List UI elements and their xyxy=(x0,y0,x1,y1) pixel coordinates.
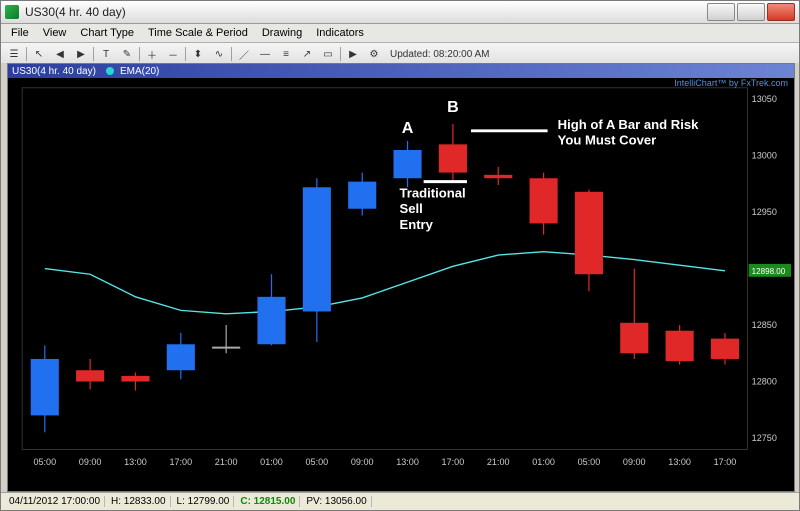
toolbar-play-icon[interactable]: ▶ xyxy=(344,45,362,63)
title-bar: US30(4 hr. 40 day) xyxy=(1,1,799,24)
chart-plot-area[interactable]: 1305013000129501290012850128001275012898… xyxy=(8,78,794,473)
window-title: US30(4 hr. 40 day) xyxy=(25,5,707,19)
status-low: L: 12799.00 xyxy=(173,496,235,507)
toolbar-hline-icon[interactable]: — xyxy=(256,45,274,63)
toolbar-rect-icon[interactable]: ▭ xyxy=(319,45,337,63)
toolbar-open-icon[interactable]: ☰ xyxy=(5,45,23,63)
toolbar-candle-icon[interactable]: ⬍ xyxy=(189,45,207,63)
svg-text:A: A xyxy=(402,120,414,137)
svg-text:12800: 12800 xyxy=(752,377,777,387)
svg-text:B: B xyxy=(447,99,459,116)
svg-text:05:00: 05:00 xyxy=(578,457,601,467)
app-window: US30(4 hr. 40 day) File View Chart Type … xyxy=(0,0,800,511)
toolbar-fib-icon[interactable]: ≡ xyxy=(277,45,295,63)
status-datetime: 04/11/2012 17:00:00 xyxy=(5,496,105,507)
svg-text:Sell: Sell xyxy=(399,201,422,216)
svg-text:High of A Bar and Risk: High of A Bar and Risk xyxy=(558,117,700,132)
toolbar-line-chart-icon[interactable]: ∿ xyxy=(210,45,228,63)
toolbar-updated-label: Updated: 08:20:00 AM xyxy=(390,49,490,60)
svg-text:17:00: 17:00 xyxy=(442,457,465,467)
svg-text:09:00: 09:00 xyxy=(351,457,374,467)
svg-text:05:00: 05:00 xyxy=(306,457,329,467)
status-high: H: 12833.00 xyxy=(107,496,171,507)
maximize-button[interactable] xyxy=(737,3,765,21)
indicator-color-swatch xyxy=(106,67,114,75)
toolbar-back-icon[interactable]: ◀ xyxy=(51,45,69,63)
toolbar-erase-icon[interactable]: ✎ xyxy=(118,45,136,63)
menu-chart-type[interactable]: Chart Type xyxy=(74,26,140,40)
toolbar-line-icon[interactable]: ／ xyxy=(235,45,253,63)
menu-bar: File View Chart Type Time Scale & Period… xyxy=(1,24,799,43)
svg-text:17:00: 17:00 xyxy=(714,457,737,467)
menu-time-scale[interactable]: Time Scale & Period xyxy=(142,26,254,40)
app-icon xyxy=(5,5,19,19)
svg-text:You Must Cover: You Must Cover xyxy=(558,133,657,148)
toolbar-zoom-out-icon[interactable]: － xyxy=(164,45,182,63)
svg-text:12850: 12850 xyxy=(752,320,777,330)
svg-text:13050: 13050 xyxy=(752,94,777,104)
toolbar-pointer-icon[interactable]: ↖ xyxy=(30,45,48,63)
svg-text:13:00: 13:00 xyxy=(124,457,147,467)
toolbar-text-icon[interactable]: T xyxy=(97,45,115,63)
toolbar-fwd-icon[interactable]: ▶ xyxy=(72,45,90,63)
svg-text:12950: 12950 xyxy=(752,207,777,217)
status-close: C: 12815.00 xyxy=(236,496,300,507)
menu-view[interactable]: View xyxy=(37,26,73,40)
svg-text:13:00: 13:00 xyxy=(668,457,691,467)
status-prev: PV: 13056.00 xyxy=(302,496,371,507)
svg-text:13:00: 13:00 xyxy=(396,457,419,467)
toolbar-settings-icon[interactable]: ⚙ xyxy=(365,45,383,63)
svg-text:Entry: Entry xyxy=(399,217,433,232)
status-bar: 04/11/2012 17:00:00 H: 12833.00 L: 12799… xyxy=(1,492,799,510)
svg-text:21:00: 21:00 xyxy=(215,457,238,467)
svg-text:12898.00: 12898.00 xyxy=(752,267,786,276)
svg-text:01:00: 01:00 xyxy=(532,457,555,467)
svg-text:09:00: 09:00 xyxy=(623,457,646,467)
toolbar-arrow-icon[interactable]: ↗ xyxy=(298,45,316,63)
svg-text:17:00: 17:00 xyxy=(169,457,192,467)
minimize-button[interactable] xyxy=(707,3,735,21)
chart-window-titlebar: US30(4 hr. 40 day) EMA(20) xyxy=(8,64,794,78)
svg-text:05:00: 05:00 xyxy=(33,457,56,467)
indicator-label: EMA(20) xyxy=(120,66,159,77)
chart-symbol-label: US30(4 hr. 40 day) xyxy=(12,66,96,77)
menu-indicators[interactable]: Indicators xyxy=(310,26,370,40)
menu-drawing[interactable]: Drawing xyxy=(256,26,308,40)
svg-text:01:00: 01:00 xyxy=(260,457,283,467)
close-button[interactable] xyxy=(767,3,795,21)
svg-text:21:00: 21:00 xyxy=(487,457,510,467)
toolbar-zoom-in-icon[interactable]: ＋ xyxy=(143,45,161,63)
svg-text:13000: 13000 xyxy=(752,151,777,161)
svg-text:12750: 12750 xyxy=(752,433,777,443)
svg-text:09:00: 09:00 xyxy=(79,457,102,467)
menu-file[interactable]: File xyxy=(5,26,35,40)
svg-text:Traditional: Traditional xyxy=(399,186,465,201)
chart-window: US30(4 hr. 40 day) EMA(20) IntelliChart™… xyxy=(7,63,795,492)
